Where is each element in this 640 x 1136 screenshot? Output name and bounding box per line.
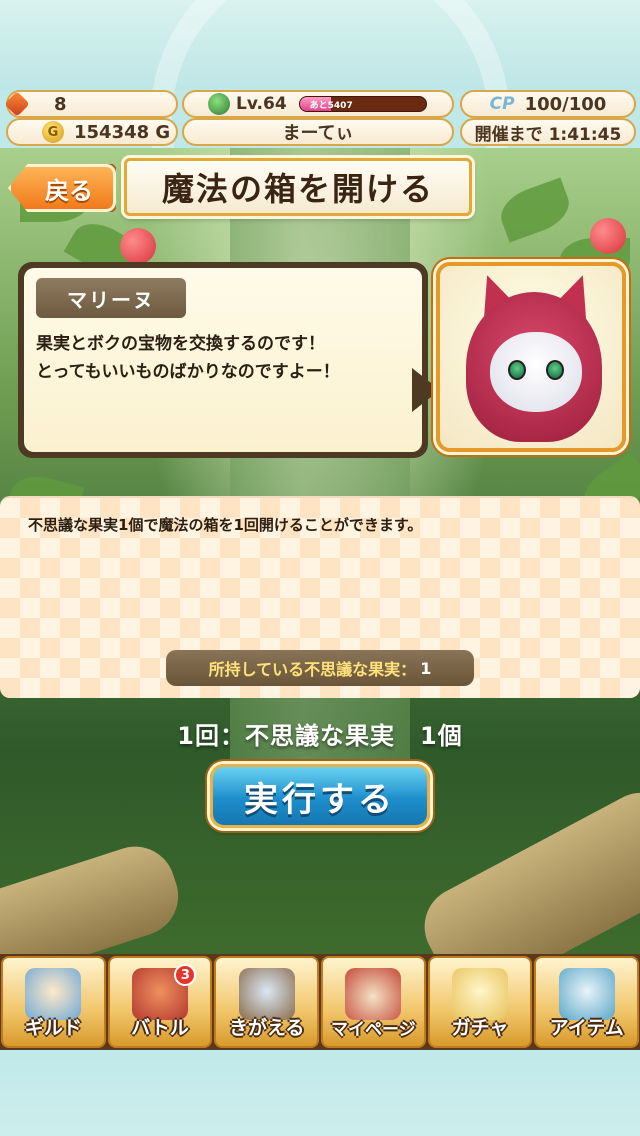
owned-label: 所持している不思議な果実： [208,660,417,679]
cp-label: CP [489,94,515,114]
gem-counter: 8 [4,90,178,118]
back-button[interactable]: 戻る [8,164,116,212]
info-description: 不思議な果実1個で魔法の箱を1回開けることができます。 [28,516,423,534]
gem-icon [4,91,30,117]
back-button-label: 戻る [45,176,93,205]
nav-label: ギルド [24,1017,82,1039]
nav-guild[interactable]: ギルド [1,956,106,1048]
cost-line: 1回：不思議な果実 1個 [177,722,463,750]
nav-label: マイページ [331,1020,416,1040]
gold-amount: 154348 G [74,121,171,143]
info-panel: 不思議な果実1個で魔法の箱を1回開けることができます。 所持している不思議な果実… [0,496,640,698]
nav-label: アイテム [549,1017,624,1039]
nav-label: きがえる [228,1017,305,1039]
owned-count: 1 [420,658,432,678]
xp-remaining: あと5407 [309,101,353,111]
npc-portrait [436,262,626,452]
event-timer[interactable]: 開催まで 1:41:45 [460,118,636,146]
owned-fruit-pill: 所持している不思議な果実： 1 [166,650,474,686]
notification-badge: 3 [174,964,197,986]
nav-mypage[interactable]: マイページ [321,956,426,1048]
level-text: Lv.64 [236,94,287,114]
nav-label: ガチャ [451,1017,509,1039]
dialog-line-2: とってもいいものばかりなのですよー！ [36,362,340,382]
gem-count: 8 [54,93,67,115]
dialog-line-1: 果実とボクの宝物を交換するのです！ [36,334,325,354]
page-title: 魔法の箱を開ける [161,170,434,208]
page-title-plate: 魔法の箱を開ける [124,158,472,216]
nav-item[interactable]: アイテム [534,956,640,1048]
nav-label: バトル [131,1017,189,1039]
event-timer-text: 開催まで 1:41:45 [474,124,622,145]
gold-counter: G 154348 G [6,118,178,146]
cp-counter: CP 100/100 [460,90,636,118]
nav-gacha[interactable]: ガチャ [427,956,533,1048]
bottom-background [0,1050,640,1136]
execute-button[interactable]: 実行する [210,764,430,828]
player-name-plate: まーてぃ [182,118,454,146]
bottom-nav: ギルド 3 バトル きがえる マイページ ガチャ アイテム [0,954,640,1050]
cp-value: 100/100 [524,93,607,115]
coin-icon: G [42,121,64,143]
level-display: Lv.64 あと5407 [182,90,454,118]
player-name: まーてぃ [282,123,354,144]
speaker-name-tag: マリーヌ [36,278,186,318]
speaker-name: マリーヌ [67,287,155,312]
level-orb-icon [208,93,230,115]
xp-bar: あと5407 [298,96,427,112]
nav-wardrobe[interactable]: きがえる [214,956,320,1048]
execute-button-label: 実行する [244,779,396,820]
mypage-icon [345,968,402,1020]
dialog-text: 果実とボクの宝物を交換するのです！ とってもいいものばかりなのですよー！ [36,330,410,386]
nav-battle[interactable]: 3 バトル [107,956,213,1048]
npc-dialog: マリーヌ 果実とボクの宝物を交換するのです！ とってもいいものばかりなのですよー… [18,262,428,458]
